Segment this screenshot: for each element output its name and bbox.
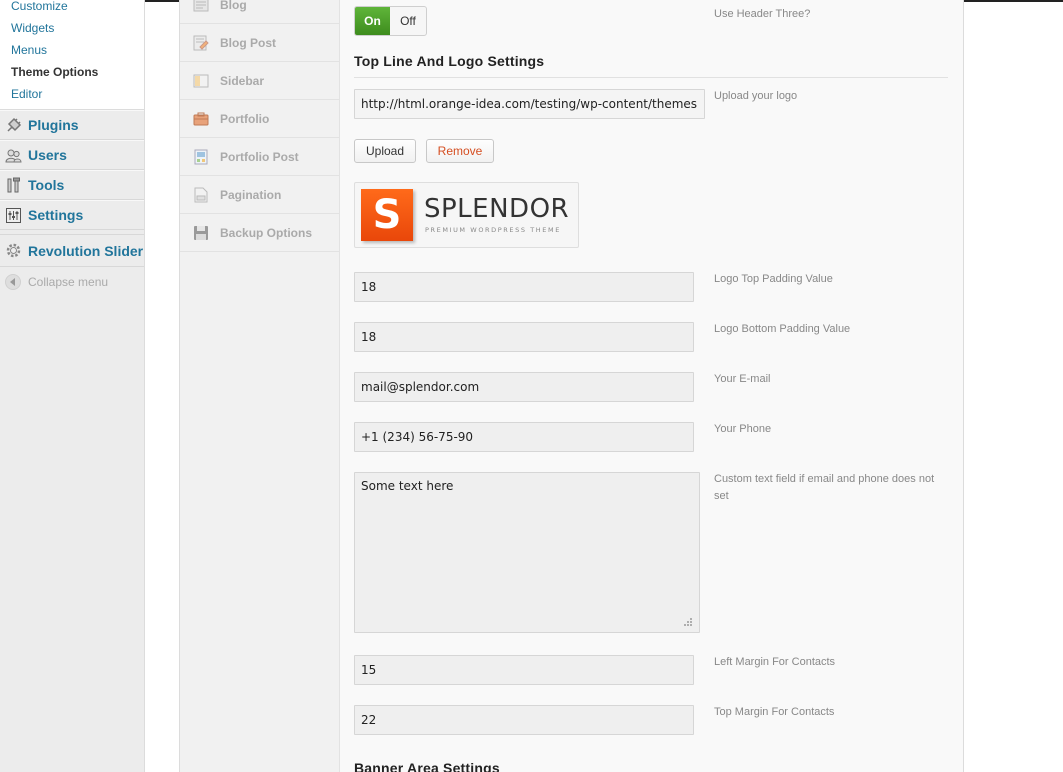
briefcase-icon (193, 111, 209, 127)
tools-icon (5, 177, 22, 194)
phone-input[interactable] (354, 422, 694, 452)
nav-blog-label: Blog (220, 0, 247, 12)
menu-revolution-slider[interactable]: Revolution Slider (0, 234, 144, 267)
phone-label: Your Phone (714, 423, 772, 435)
menu-plugins-label: Plugins (28, 117, 79, 133)
users-icon (5, 147, 22, 164)
logo-bottom-padding-input[interactable] (354, 322, 694, 352)
nav-blog-post[interactable]: Blog Post (180, 24, 340, 62)
menu-settings[interactable]: Settings (0, 200, 144, 230)
nav-sidebar-label: Sidebar (220, 73, 265, 88)
menu-tools[interactable]: Tools (0, 170, 144, 200)
logo-mark: S (361, 189, 413, 241)
header-three-toggle[interactable]: On Off (354, 6, 427, 36)
submenu-widgets[interactable]: Widgets (0, 17, 144, 39)
logo-top-padding-input[interactable] (354, 272, 694, 302)
floppy-disk-icon (193, 225, 209, 241)
collapse-arrow-icon (5, 274, 21, 290)
top-margin-label: Top Margin For Contacts (714, 706, 835, 718)
options-content: On Off Use Header Three? Top Line And Lo… (340, 0, 963, 772)
nav-backup-options[interactable]: Backup Options (180, 214, 340, 252)
remove-button[interactable]: Remove (426, 139, 494, 163)
submenu-menus[interactable]: Menus (0, 39, 144, 61)
nav-backup-options-label: Backup Options (220, 225, 313, 240)
menu-tools-label: Tools (28, 177, 65, 193)
menu-revolution-slider-label: Revolution Slider (28, 242, 144, 259)
toggle-on-button[interactable]: On (355, 7, 390, 35)
menu-settings-label: Settings (28, 207, 84, 223)
top-margin-input[interactable] (354, 705, 694, 735)
appearance-submenu: Customize Widgets Menus Theme Options Ed… (0, 0, 144, 110)
logo-url-input[interactable] (354, 89, 705, 119)
section-title-banner-area: Banner Area Settings (354, 760, 500, 772)
nav-portfolio[interactable]: Portfolio (180, 100, 340, 138)
section-divider (354, 77, 948, 78)
custom-text-label: Custom text field if email and phone doe… (714, 473, 935, 502)
collapse-menu-label: Collapse menu (28, 275, 109, 289)
nav-portfolio-post-label: Portfolio Post (220, 149, 299, 164)
header-three-description: Use Header Three? (714, 8, 811, 20)
gear-icon (5, 242, 22, 259)
logo-bottom-padding-label: Logo Bottom Padding Value (714, 323, 851, 335)
logo-top-padding-label: Logo Top Padding Value (714, 273, 833, 285)
upload-button[interactable]: Upload (354, 139, 416, 163)
email-input[interactable] (354, 372, 694, 402)
left-margin-label: Left Margin For Contacts (714, 656, 836, 668)
blog-icon (193, 0, 209, 13)
nav-portfolio-label: Portfolio (220, 111, 270, 126)
admin-sidebar: Customize Widgets Menus Theme Options Ed… (0, 0, 145, 772)
pagination-icon (193, 187, 209, 203)
left-margin-input[interactable] (354, 655, 694, 685)
toggle-off-button[interactable]: Off (390, 7, 426, 35)
email-label: Your E-mail (714, 373, 771, 385)
resize-grip-icon[interactable] (682, 616, 693, 627)
submenu-theme-options[interactable]: Theme Options (0, 61, 144, 83)
nav-sidebar[interactable]: Sidebar (180, 62, 340, 100)
plugin-icon (5, 117, 22, 134)
custom-text-textarea[interactable]: Some text here (354, 472, 700, 633)
logo-tagline: PREMIUM WORDPRESS THEME (425, 226, 561, 234)
logo-preview: S SPLENDOR PREMIUM WORDPRESS THEME (354, 182, 579, 248)
nav-portfolio-post[interactable]: Portfolio Post (180, 138, 340, 176)
submenu-customize[interactable]: Customize (0, 0, 144, 17)
nav-pagination[interactable]: Pagination (180, 176, 340, 214)
menu-users-label: Users (28, 147, 67, 163)
collapse-menu[interactable]: Collapse menu (0, 267, 144, 297)
section-title-top-line: Top Line And Logo Settings (354, 53, 545, 69)
sidebar-icon (193, 73, 209, 89)
logo-name: SPLENDOR (424, 194, 570, 224)
options-nav: Blog Blog Post Sidebar Portfolio Portfol… (180, 0, 340, 772)
logo-url-description: Upload your logo (714, 90, 798, 102)
nav-blog-post-label: Blog Post (220, 35, 276, 50)
blog-post-icon (193, 35, 209, 51)
portfolio-post-icon (193, 149, 209, 165)
menu-plugins[interactable]: Plugins (0, 110, 144, 140)
settings-icon (5, 207, 22, 224)
menu-users[interactable]: Users (0, 140, 144, 170)
nav-blog[interactable]: Blog (180, 0, 340, 24)
submenu-editor[interactable]: Editor (0, 83, 144, 105)
nav-pagination-label: Pagination (220, 187, 282, 202)
